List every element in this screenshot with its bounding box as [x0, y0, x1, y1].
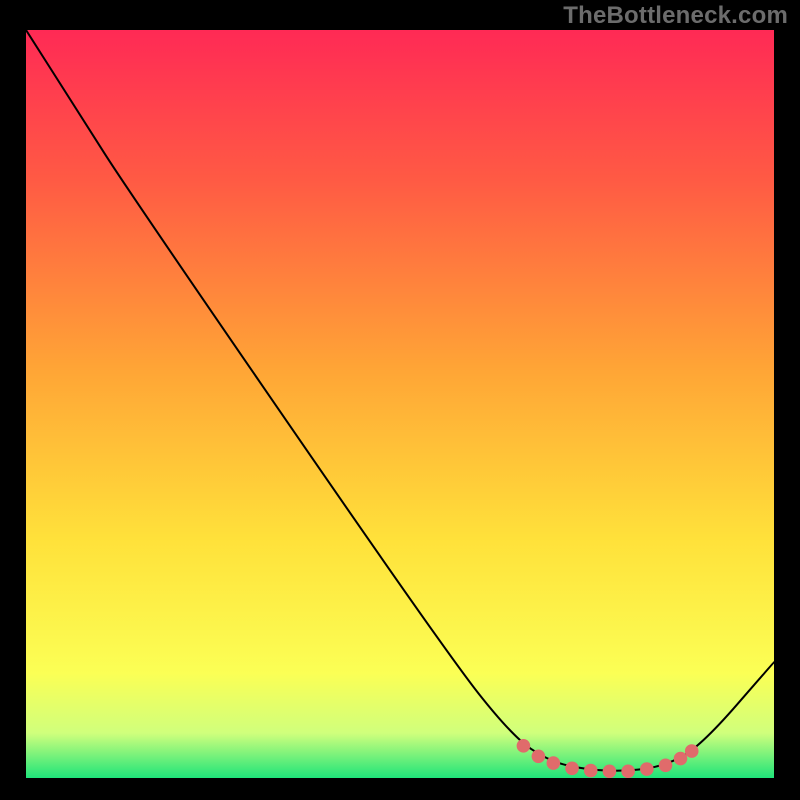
bottleneck-chart: [26, 30, 774, 778]
highlight-dot: [565, 761, 579, 775]
gradient-background: [26, 30, 774, 778]
highlight-dot: [532, 750, 546, 764]
highlight-dot: [584, 764, 598, 778]
highlight-dot: [659, 758, 673, 772]
highlight-dot: [547, 756, 561, 770]
highlight-dot: [603, 764, 617, 778]
highlight-dot: [685, 744, 699, 758]
highlight-dot: [621, 764, 635, 778]
highlight-dot: [640, 762, 654, 776]
attribution-text: TheBottleneck.com: [563, 2, 788, 30]
chart-frame: [26, 30, 774, 778]
highlight-dot: [674, 752, 688, 766]
highlight-dot: [517, 739, 531, 753]
